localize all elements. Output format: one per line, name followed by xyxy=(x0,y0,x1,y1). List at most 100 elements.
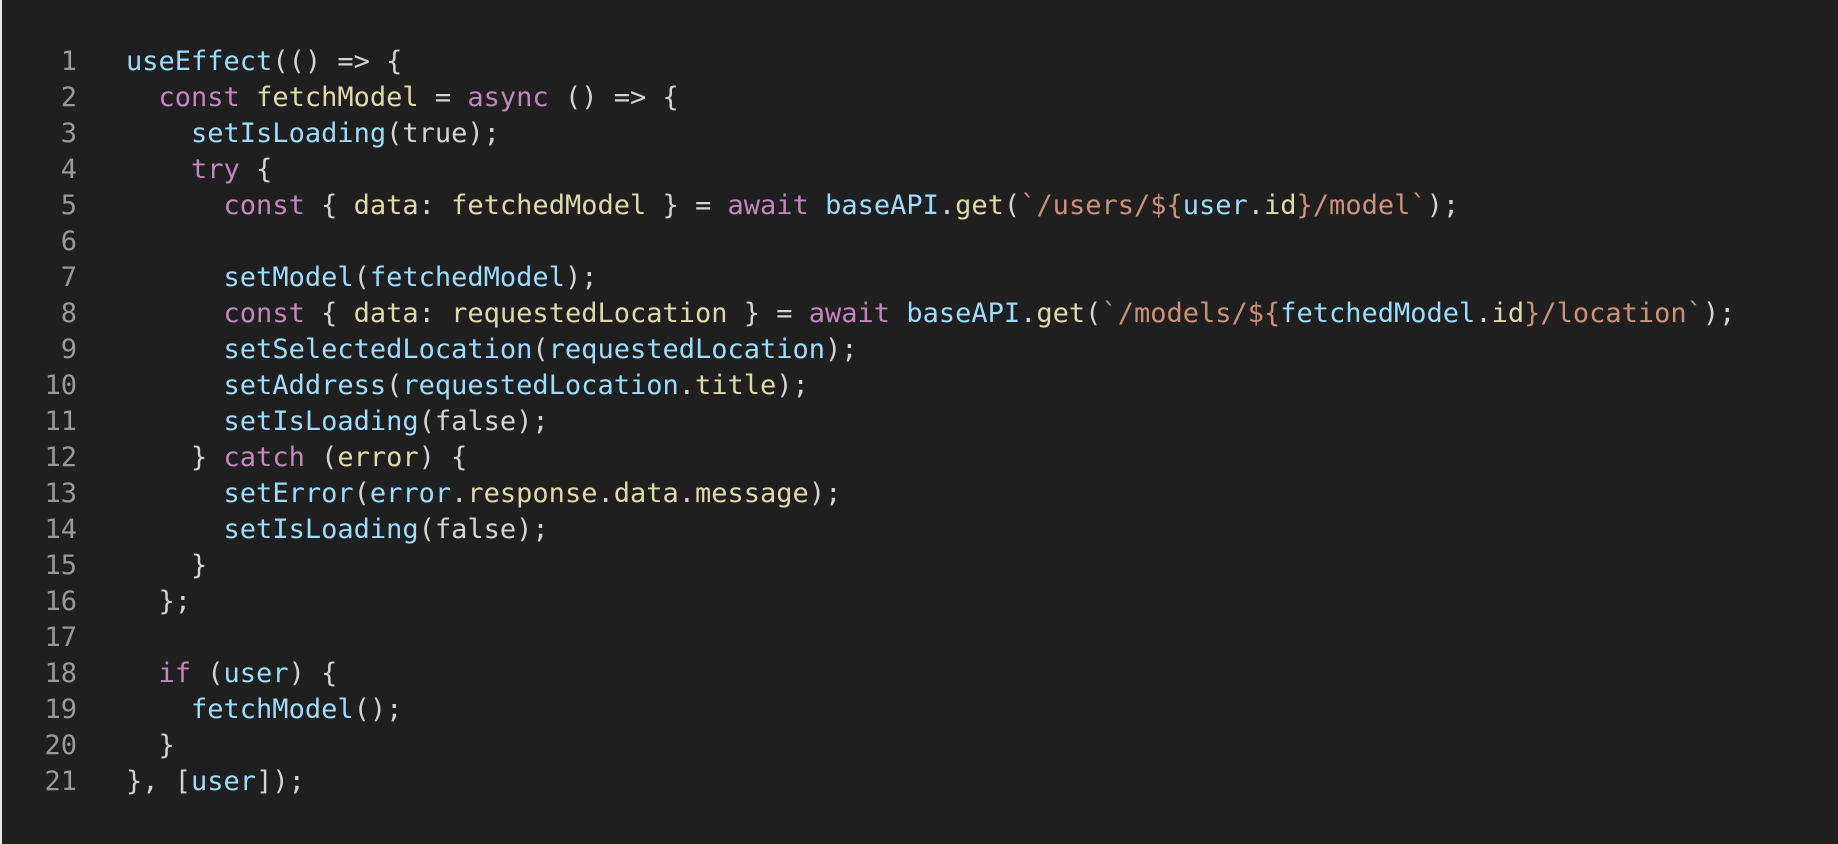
line-number: 2 xyxy=(60,82,77,113)
code-token: () => { xyxy=(548,82,679,113)
code-line-content[interactable]: } xyxy=(126,728,175,764)
code-token: if xyxy=(158,658,192,689)
code-line[interactable]: 3 setIsLoading(true); xyxy=(2,116,500,152)
code-token: : xyxy=(418,190,452,221)
code-line[interactable]: 20 } xyxy=(2,728,174,764)
code-block[interactable]: 1 useEffect(() => {2 const fetchModel = a… xyxy=(2,44,1736,800)
code-line[interactable]: 6 xyxy=(2,224,77,260)
code-token: data xyxy=(613,478,679,509)
code-token: ( xyxy=(386,370,403,401)
code-line-content[interactable]: useEffect(() => { xyxy=(126,44,402,80)
code-line-content[interactable]: } catch (error) { xyxy=(126,440,467,476)
code-token: . xyxy=(938,190,956,221)
code-line[interactable]: 12 } catch (error) { xyxy=(2,440,467,476)
code-token: (true); xyxy=(386,118,500,149)
code-token: ( xyxy=(532,334,549,365)
code-token: fetchModel xyxy=(256,82,419,113)
code-token: try xyxy=(191,154,240,185)
code-token: requestedLocation xyxy=(402,370,679,401)
code-token: `/models/${ xyxy=(1101,298,1281,329)
line-number: 19 xyxy=(44,694,77,725)
code-token: (() => { xyxy=(272,46,403,77)
code-token: : xyxy=(418,298,452,329)
code-line[interactable]: 21}, [user]); xyxy=(2,764,304,800)
code-line[interactable]: 7 setModel(fetchedModel); xyxy=(2,260,598,296)
code-token: }, [ xyxy=(126,766,192,797)
code-token: { xyxy=(304,190,354,221)
code-token: get xyxy=(1036,298,1086,329)
code-line-content[interactable]: const { data: fetchedModel } = await bas… xyxy=(126,188,1460,224)
code-token: . xyxy=(678,478,696,509)
code-token: ); xyxy=(776,370,809,401)
code-token: (false); xyxy=(418,406,549,437)
code-line-content[interactable]: setModel(fetchedModel); xyxy=(126,260,598,296)
code-line[interactable]: 19 fetchModel(); xyxy=(2,692,402,728)
code-token: catch xyxy=(223,442,305,473)
code-line[interactable]: 1 useEffect(() => { xyxy=(2,44,403,80)
code-token: error xyxy=(337,442,419,473)
code-line-content[interactable]: setAddress(requestedLocation.title); xyxy=(126,368,809,404)
code-token: setIsLoading xyxy=(223,406,419,437)
code-token: user xyxy=(223,658,289,689)
code-line-content[interactable]: setError(error.response.data.message); xyxy=(126,476,842,512)
code-line[interactable]: 16 }; xyxy=(2,584,191,620)
code-line[interactable]: 8 const { data: requestedLocation } = aw… xyxy=(2,296,1736,332)
code-token: (); xyxy=(353,694,403,725)
code-line-content[interactable]: fetchModel(); xyxy=(126,692,402,728)
code-line-content[interactable]: setSelectedLocation(requestedLocation); xyxy=(126,332,858,368)
code-token: } = xyxy=(646,190,728,221)
code-token: id xyxy=(1491,298,1525,329)
code-line[interactable]: 5 const { data: fetchedModel } = await b… xyxy=(2,188,1459,224)
code-line[interactable]: 17 xyxy=(2,620,77,656)
code-token: }; xyxy=(126,586,192,617)
code-line-content[interactable]: const fetchModel = async () => { xyxy=(126,80,679,116)
code-token: } xyxy=(126,550,208,581)
code-token: . xyxy=(678,370,695,401)
code-token: ( xyxy=(353,478,370,509)
code-line-content[interactable]: setIsLoading(false); xyxy=(126,512,549,548)
code-line-content[interactable]: }; xyxy=(126,584,192,620)
line-number: 7 xyxy=(60,262,77,293)
code-token: requestedLocation xyxy=(548,334,826,365)
code-line[interactable]: 13 setError(error.response.data.message)… xyxy=(2,476,841,512)
code-line-content[interactable]: }, [user]); xyxy=(126,764,305,800)
code-token: message xyxy=(695,478,809,509)
code-token: } xyxy=(126,442,224,473)
line-number: 3 xyxy=(60,118,77,149)
line-number: 15 xyxy=(44,550,77,581)
code-line[interactable]: 9 setSelectedLocation(requestedLocation)… xyxy=(2,332,858,368)
code-token: fetchedModel xyxy=(1280,298,1476,329)
code-token: error xyxy=(369,478,452,509)
code-line[interactable]: 15 } xyxy=(2,548,207,584)
code-line[interactable]: 10 setAddress(requestedLocation.title); xyxy=(2,368,808,404)
code-editor[interactable]: 1 useEffect(() => {2 const fetchModel = a… xyxy=(0,0,1838,844)
code-token: const xyxy=(223,190,305,221)
code-line[interactable]: 11 setIsLoading(false); xyxy=(2,404,548,440)
code-token: fetchedModel xyxy=(369,262,565,293)
code-line-content[interactable]: const { data: requestedLocation } = awai… xyxy=(126,296,1736,332)
code-token: setAddress xyxy=(223,370,387,401)
code-token: . xyxy=(1247,190,1265,221)
code-token: ( xyxy=(191,658,224,689)
code-line[interactable]: 2 const fetchModel = async () => { xyxy=(2,80,679,116)
code-line-content[interactable]: if (user) { xyxy=(126,656,338,692)
code-token: ) { xyxy=(418,442,468,473)
code-token: ); xyxy=(808,478,842,509)
code-line-content[interactable]: setIsLoading(false); xyxy=(126,404,549,440)
code-line[interactable]: 18 if (user) { xyxy=(2,656,337,692)
code-line-content[interactable]: } xyxy=(126,548,207,584)
code-line-content[interactable]: try { xyxy=(126,152,272,188)
code-line-content[interactable]: setIsLoading(true); xyxy=(126,116,500,152)
line-number: 16 xyxy=(44,586,77,617)
code-line[interactable]: 4 try { xyxy=(2,152,273,188)
code-token: id xyxy=(1264,190,1297,221)
code-line[interactable]: 14 setIsLoading(false); xyxy=(2,512,548,548)
